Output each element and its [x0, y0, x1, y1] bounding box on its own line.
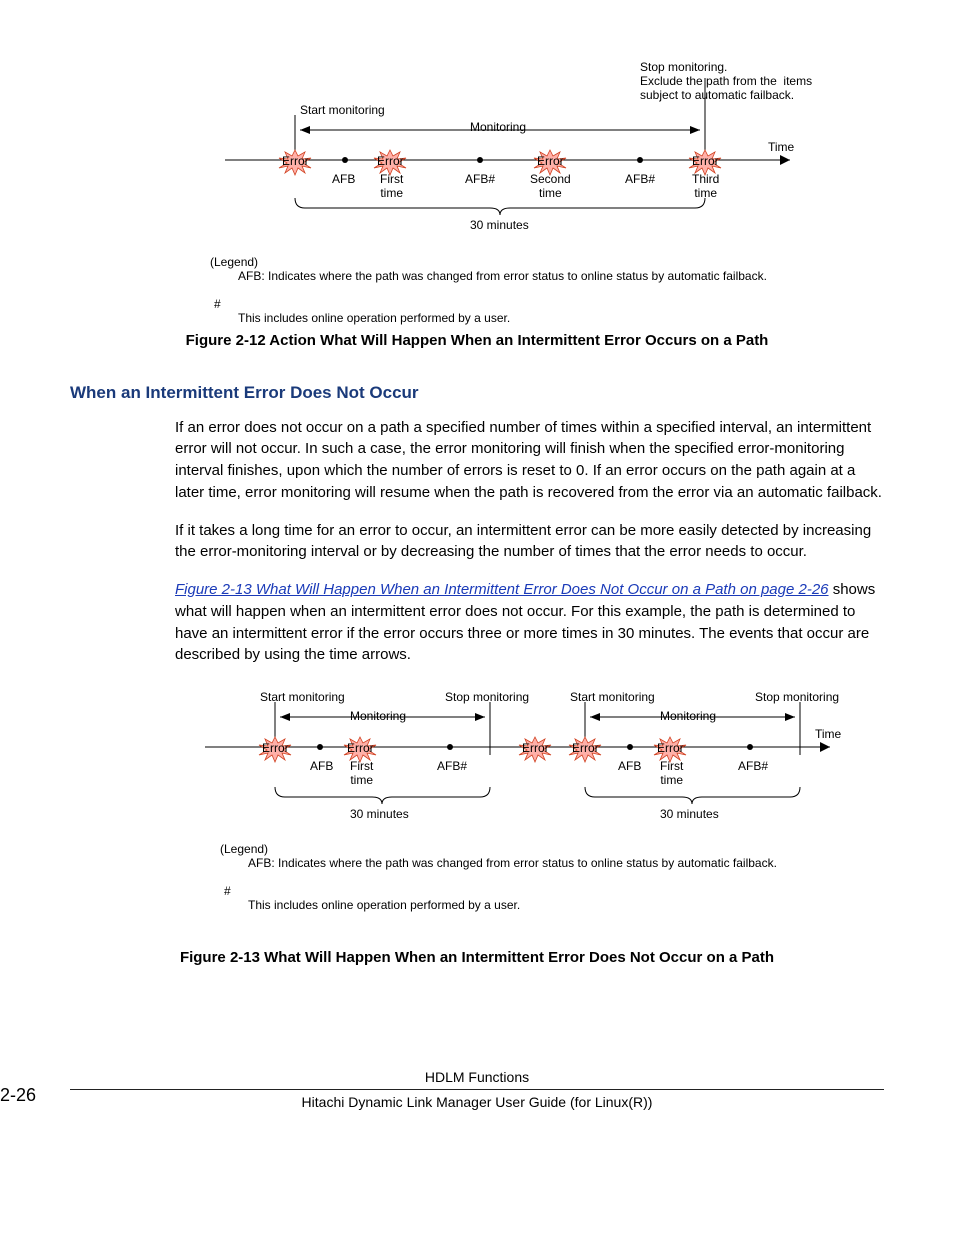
legend-title: (Legend) [220, 842, 900, 856]
page-number: 2-26 [0, 1085, 36, 1106]
thirty-min-label: 30 minutes [660, 807, 719, 821]
section-heading: When an Intermittent Error Does Not Occu… [70, 383, 884, 403]
error-burst-icon: Error [275, 148, 315, 176]
paragraph-3: Figure 2-13 What Will Happen When an Int… [175, 579, 884, 666]
legend-afb-text: AFB: Indicates where the path was change… [238, 269, 910, 283]
error-burst-icon: Error [255, 735, 295, 763]
thirty-min-label: 30 minutes [350, 807, 409, 821]
start-monitoring-label: Start monitoring [300, 103, 385, 117]
footer-section: HDLM Functions [425, 1069, 529, 1085]
afb-hash-label: AFB# [625, 172, 655, 186]
error-burst-icon: Error [515, 735, 555, 763]
legend-afb-text: AFB: Indicates where the path was change… [248, 856, 900, 870]
figure-2-13-caption: Figure 2-13 What Will Happen When an Int… [130, 947, 824, 970]
afb-hash-label: AFB# [465, 172, 495, 186]
time-label: Time [815, 727, 841, 741]
start-monitoring-label: Start monitoring [570, 690, 655, 704]
monitoring-label: Monitoring [660, 709, 716, 723]
afb-hash-label: AFB# [437, 759, 467, 773]
figure-2-12-diagram: Stop monitoring. Exclude the path from t… [210, 60, 930, 320]
afb-label: AFB [332, 172, 355, 186]
hash-note: This includes online operation performed… [238, 311, 910, 325]
diagram1-svg [210, 60, 930, 250]
start-monitoring-label: Start monitoring [260, 690, 345, 704]
third-time-label: Third time [692, 172, 719, 200]
afb-label: AFB [310, 759, 333, 773]
hash-symbol: # [214, 297, 910, 311]
first-time-label: First time [660, 759, 683, 787]
legend-title: (Legend) [210, 255, 910, 269]
hash-note: This includes online operation performed… [248, 898, 900, 912]
paragraph-2: If it takes a long time for an error to … [175, 520, 884, 564]
error-burst-icon: Error [565, 735, 605, 763]
stop-monitoring-label: Stop monitoring [755, 690, 839, 704]
afb-label: AFB [618, 759, 641, 773]
stop-monitoring-text: Stop monitoring. Exclude the path from t… [640, 60, 812, 102]
afb-hash-label: AFB# [738, 759, 768, 773]
time-label: Time [768, 140, 794, 154]
hash-symbol: # [224, 884, 900, 898]
first-time-label: First time [380, 172, 403, 200]
monitoring-label: Monitoring [350, 709, 406, 723]
stop-monitoring-label: Stop monitoring [445, 690, 529, 704]
second-time-label: Second time [530, 172, 571, 200]
page-footer: HDLM Functions Hitachi Dynamic Link Mana… [70, 1069, 884, 1110]
footer-doc-title: Hitachi Dynamic Link Manager User Guide … [302, 1094, 653, 1110]
monitoring-label: Monitoring [470, 120, 526, 134]
figure-2-13-diagram: Start monitoring Stop monitoring Start m… [190, 682, 900, 907]
figure-2-12-caption: Figure 2-12 Action What Will Happen When… [130, 330, 824, 353]
paragraph-1: If an error does not occur on a path a s… [175, 417, 884, 504]
figure-2-13-xref[interactable]: Figure 2-13 What Will Happen When an Int… [175, 581, 829, 598]
thirty-min-label: 30 minutes [470, 218, 529, 232]
first-time-label: First time [350, 759, 373, 787]
